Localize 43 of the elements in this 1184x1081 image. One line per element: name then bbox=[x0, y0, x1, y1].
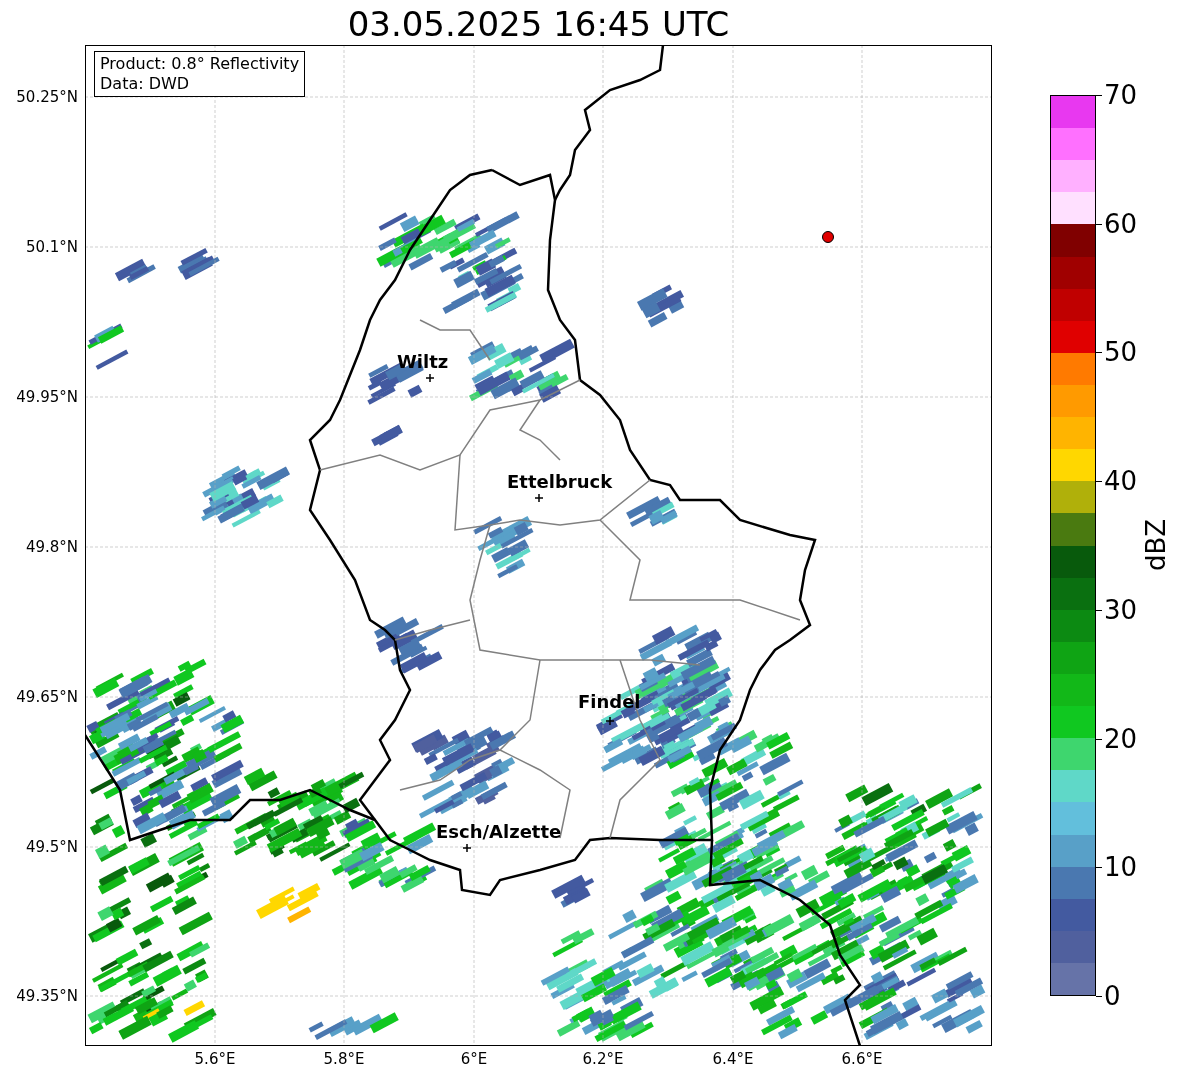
colorbar-tick-label: 60 bbox=[1104, 208, 1138, 239]
colorbar-tick-label: 70 bbox=[1104, 80, 1138, 110]
longitude-tick-label: 5.8°E bbox=[322, 1050, 366, 1068]
latitude-tick-label: 50.1°N bbox=[24, 238, 78, 256]
colorbar-label: dBZ bbox=[1141, 518, 1172, 572]
longitude-tick-label: 6.6°E bbox=[840, 1050, 884, 1068]
precipitation-echo bbox=[256, 882, 321, 924]
latitude-tick-label: 49.95°N bbox=[15, 388, 78, 406]
precipitation-echo bbox=[371, 424, 403, 447]
city-label: Ettelbruck bbox=[507, 472, 613, 492]
precipitation-echo bbox=[87, 323, 129, 370]
city-marker-icon bbox=[462, 843, 472, 853]
latitude-tick-label: 50.25°N bbox=[15, 88, 78, 106]
latitude-tick-label: 49.35°N bbox=[15, 987, 78, 1005]
latitude-tick-label: 49.65°N bbox=[15, 688, 78, 706]
info-text: Data: DWD bbox=[100, 74, 191, 94]
longitude-tick-label: 5.6°E bbox=[193, 1050, 237, 1068]
colorbar-tick-label: 0 bbox=[1104, 981, 1121, 1011]
precipitation-echo bbox=[473, 516, 534, 579]
longitude-tick-label: 6.2°E bbox=[581, 1050, 625, 1068]
precipitation-echo bbox=[636, 284, 685, 328]
colorbar-tick-label: 40 bbox=[1104, 466, 1138, 497]
city-label: Findel bbox=[578, 692, 641, 712]
precipitation-echo bbox=[177, 247, 220, 280]
colorbar-tick-label: 50 bbox=[1104, 337, 1138, 368]
precipitation-echo bbox=[626, 496, 678, 527]
longitude-tick-label: 6.4°E bbox=[711, 1050, 755, 1068]
city-marker-icon bbox=[534, 493, 544, 503]
chart-title: 03.05.2025 16:45 UTC bbox=[346, 4, 731, 44]
city-label: Wiltz bbox=[397, 352, 449, 372]
precipitation-echo bbox=[114, 258, 156, 284]
colorbar-tick-label: 20 bbox=[1104, 723, 1138, 754]
longitude-tick-label: 6°E bbox=[459, 1050, 489, 1068]
city-label: Esch/Alzette bbox=[436, 822, 562, 842]
latitude-tick-label: 49.5°N bbox=[24, 838, 78, 856]
location-marker-icon bbox=[822, 231, 834, 243]
precipitation-echo bbox=[374, 616, 444, 674]
colorbar-tick-label: 10 bbox=[1104, 852, 1138, 883]
city-marker-icon bbox=[425, 373, 435, 383]
latitude-tick-label: 49.8°N bbox=[24, 538, 78, 556]
city-marker-icon bbox=[605, 716, 615, 726]
colorbar-tick-label: 30 bbox=[1104, 594, 1138, 625]
info-text: Product: 0.8° Reflectivity bbox=[100, 54, 300, 74]
